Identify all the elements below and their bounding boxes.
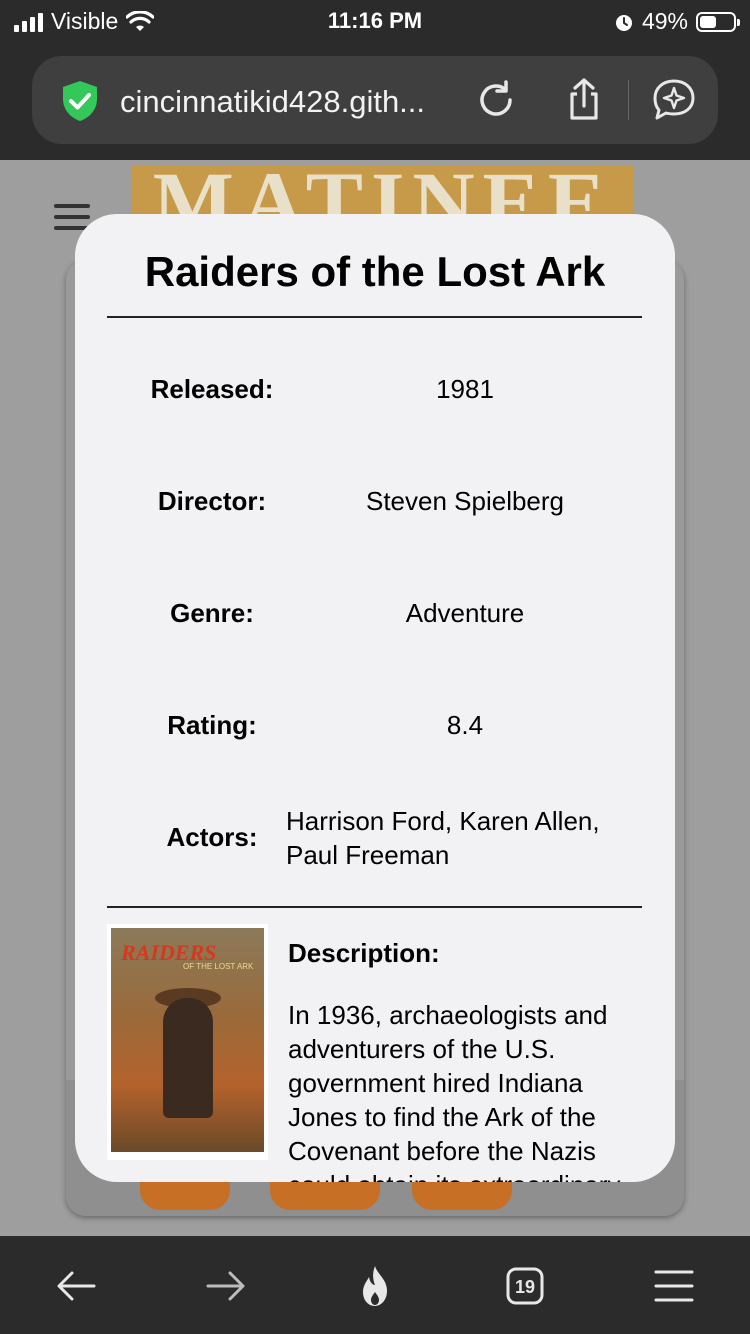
- description-text: In 1936, archaeologists and adventurers …: [288, 1000, 620, 1182]
- divider: [107, 906, 642, 908]
- forward-arrow-icon[interactable]: [202, 1262, 250, 1310]
- battery-icon: [696, 11, 740, 32]
- divider: [107, 316, 642, 318]
- fire-icon[interactable]: [351, 1262, 399, 1310]
- tabs-icon[interactable]: 19: [501, 1262, 549, 1310]
- browser-url-area: cincinnatikid428.gith...: [0, 44, 750, 160]
- field-value: 8.4: [446, 710, 484, 740]
- status-bar: Visible 11:16 PM 49%: [0, 0, 750, 44]
- browser-toolbar: 19: [0, 1236, 750, 1334]
- field-value: Adventure: [405, 598, 525, 628]
- description-heading: Description:: [288, 938, 440, 968]
- site-menu-icon[interactable]: [54, 204, 90, 230]
- movie-detail-modal[interactable]: Raiders of the Lost Ark Released: 1981 D…: [75, 214, 675, 1182]
- battery-group: 49%: [614, 8, 740, 35]
- url-text[interactable]: cincinnatikid428.gith...: [120, 84, 425, 120]
- poster-subtitle: OF THE LOST ARK: [183, 962, 254, 971]
- battery-percent: 49%: [641, 8, 688, 34]
- field-value: Steven Spielberg: [365, 486, 565, 516]
- field-value: Harrison Ford, Karen Allen, Paul Freeman: [286, 806, 600, 870]
- field-value: 1981: [436, 374, 494, 404]
- shield-check-icon[interactable]: [58, 79, 102, 123]
- tab-count: 19: [515, 1277, 535, 1297]
- menu-icon[interactable]: [650, 1262, 698, 1310]
- alarm-icon: [615, 14, 632, 31]
- reload-icon[interactable]: [472, 76, 520, 124]
- back-arrow-icon[interactable]: [52, 1262, 100, 1310]
- movie-title: Raiders of the Lost Ark: [144, 248, 606, 295]
- share-icon[interactable]: [560, 76, 608, 124]
- poster-art: RAIDERS OF THE LOST ARK: [111, 928, 264, 1152]
- poster-figure-shape: [163, 998, 213, 1118]
- address-bar[interactable]: cincinnatikid428.gith...: [32, 56, 718, 144]
- assistant-chat-icon[interactable]: [650, 76, 698, 124]
- url-divider: [628, 80, 629, 120]
- movie-poster: RAIDERS OF THE LOST ARK: [107, 924, 268, 1160]
